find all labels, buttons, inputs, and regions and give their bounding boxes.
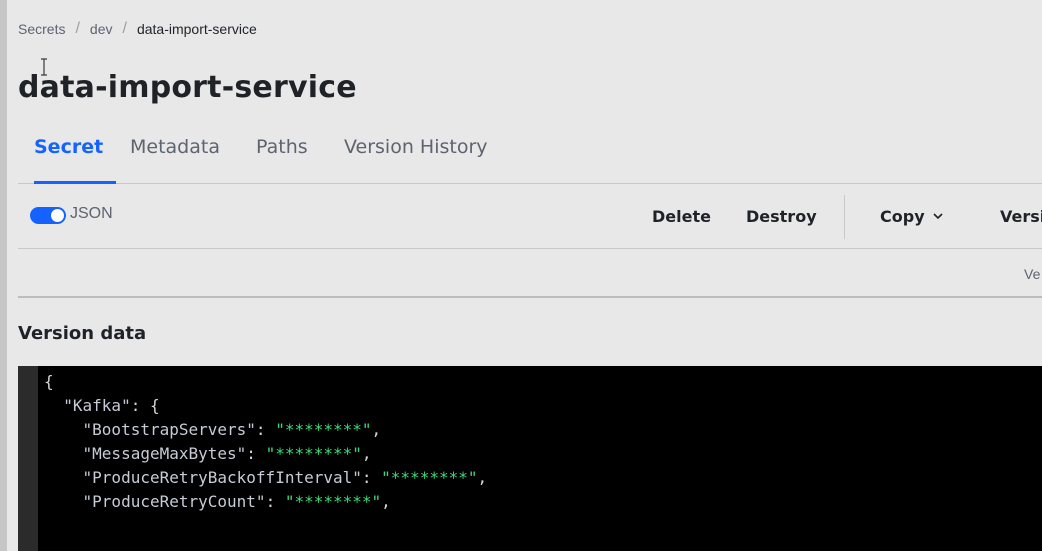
breadcrumb: Secrets / dev / data-import-service (18, 20, 257, 38)
version-dropdown-button[interactable]: Versi (1000, 207, 1042, 226)
code-punctuation: , (361, 444, 372, 463)
code-colon: : (265, 492, 285, 511)
code-punctuation: , (381, 492, 391, 511)
left-edge-strip (0, 0, 7, 551)
code-key: "ProduceRetryCount" (82, 492, 266, 511)
code-colon: : (255, 420, 276, 439)
code-punctuation: { (149, 396, 160, 415)
tab-bar: Secret Metadata Paths Version History (18, 133, 1042, 184)
breadcrumb-separator: / (122, 20, 127, 37)
code-key: "MessageMaxBytes" (82, 444, 247, 463)
copy-button-label: Copy (880, 207, 925, 226)
delete-button[interactable]: Delete (652, 207, 711, 226)
breadcrumb-item-secrets[interactable]: Secrets (18, 21, 65, 37)
code-masked-value: "********" (275, 420, 372, 439)
json-toggle[interactable] (30, 207, 66, 224)
code-line: "ProduceRetryBackoffInterval": "********… (44, 466, 488, 490)
main-content: Secrets / dev / data-import-service data… (18, 0, 1042, 551)
code-line: "Kafka": { (44, 394, 487, 418)
copy-dropdown-button[interactable]: Copy (880, 207, 943, 226)
code-key: "ProduceRetryBackoffInterval" (82, 468, 362, 487)
json-code-content: { "Kafka": { "BootstrapServers": "******… (44, 370, 487, 514)
code-key: "BootstrapServers" (82, 420, 256, 439)
breadcrumb-separator: / (75, 20, 80, 37)
version-data-title: Version data (18, 323, 147, 344)
code-punctuation: , (477, 468, 488, 487)
toggle-knob (51, 209, 64, 222)
code-key: "Kafka" (63, 396, 131, 415)
code-line: "BootstrapServers": "********", (44, 418, 487, 442)
code-colon: : (246, 444, 266, 463)
code-line: "ProduceRetryCount": "********", (44, 490, 487, 514)
code-colon: : (130, 396, 150, 415)
destroy-button[interactable]: Destroy (746, 207, 817, 226)
chevron-down-icon (933, 213, 943, 220)
version-info-row: Ve (18, 250, 1042, 298)
code-masked-value: "********" (381, 468, 478, 487)
code-masked-value: "********" (284, 492, 382, 511)
toolbar-divider (844, 195, 845, 239)
breadcrumb-item-dev[interactable]: dev (90, 21, 113, 37)
breadcrumb-item-current: data-import-service (136, 21, 257, 37)
secret-toolbar: JSON Delete Destroy Copy Versi (18, 185, 1042, 249)
tab-metadata[interactable]: Metadata (130, 136, 220, 184)
code-colon: : (361, 468, 382, 487)
tab-version-history[interactable]: Version History (344, 136, 488, 184)
code-line: { (44, 370, 487, 394)
editor-gutter (18, 366, 38, 551)
json-code-editor[interactable]: { "Kafka": { "BootstrapServers": "******… (18, 366, 1042, 551)
version-info-text: Ve (1024, 266, 1041, 282)
page-title: data-import-service (18, 70, 357, 105)
json-toggle-label: JSON (70, 205, 113, 222)
code-punctuation: , (371, 420, 382, 439)
code-masked-value: "********" (265, 444, 362, 463)
tab-secret[interactable]: Secret (34, 136, 116, 184)
code-line: "MessageMaxBytes": "********", (44, 442, 487, 466)
code-brace: { (44, 372, 54, 391)
tab-paths[interactable]: Paths (256, 136, 308, 184)
